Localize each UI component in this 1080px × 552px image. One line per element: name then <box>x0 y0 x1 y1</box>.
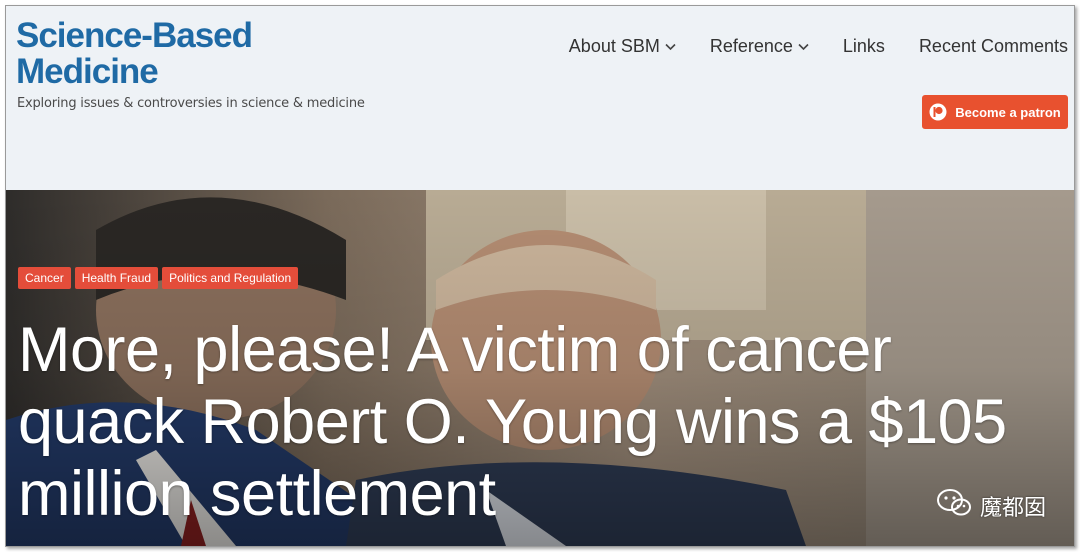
article-headline[interactable]: More, please! A victim of cancer quack R… <box>18 314 1058 530</box>
logo-line-2: Medicine <box>16 52 159 91</box>
nav-item-label: Reference <box>709 36 793 56</box>
chevron-down-icon <box>665 42 676 54</box>
logo-line-1: Science-Based <box>16 16 253 55</box>
watermark-text: 魔都囡 <box>979 495 1046 520</box>
hero-banner[interactable]: Cancer Health Fraud Politics and Regulat… <box>6 190 1074 546</box>
site-header: Science-Based Medicine Exploring issues … <box>6 6 1074 190</box>
nav-item-recent-comments[interactable]: Recent Comments <box>902 36 1070 57</box>
patreon-icon <box>929 103 947 121</box>
nav-item-links[interactable]: Links <box>826 36 902 57</box>
headline-line-1: More, please! A victim of cancer <box>18 315 892 385</box>
nav-item-label: Recent Comments <box>918 36 1068 56</box>
browser-frame: Science-Based Medicine Exploring issues … <box>5 5 1075 547</box>
patron-label: Become a patron <box>955 104 1061 120</box>
headline-line-2: quack Robert O. Young wins a $105 <box>18 387 1007 457</box>
tag-politics-regulation[interactable]: Politics and Regulation <box>162 267 299 289</box>
headline-line-3: million settlement <box>18 459 496 529</box>
nav-item-reference[interactable]: Reference <box>693 36 826 57</box>
wechat-icon <box>936 488 972 524</box>
site-tagline: Exploring issues & controversies in scie… <box>17 96 365 111</box>
tag-health-fraud[interactable]: Health Fraud <box>74 267 159 289</box>
watermark: 魔都囡 <box>936 488 1046 524</box>
chevron-down-icon <box>798 42 809 54</box>
category-tags: Cancer Health Fraud Politics and Regulat… <box>18 267 299 289</box>
become-patron-button[interactable]: Become a patron <box>922 95 1068 129</box>
nav-item-about[interactable]: About SBM <box>552 36 693 57</box>
site-logo[interactable]: Science-Based Medicine <box>16 16 253 91</box>
tag-cancer[interactable]: Cancer <box>18 267 71 289</box>
nav-item-label: About SBM <box>568 36 660 56</box>
nav-item-label: Links <box>842 36 885 56</box>
main-nav: About SBM Reference Links Recent Comment… <box>552 36 1070 57</box>
